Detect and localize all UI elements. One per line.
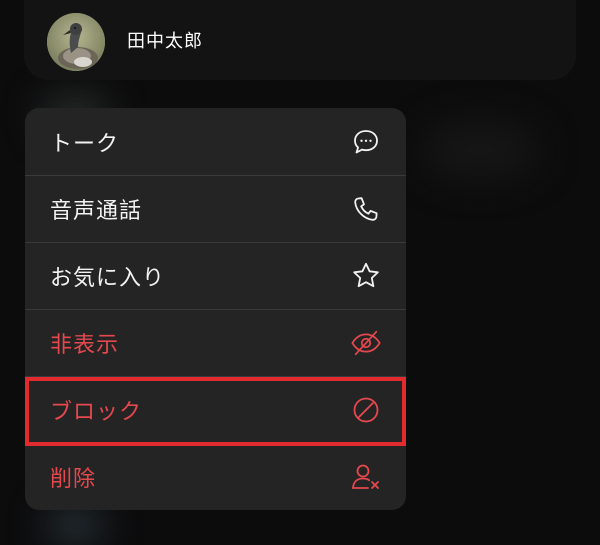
menu-item-label: お気に入り	[50, 266, 166, 291]
menu-item-block[interactable]: ブロック	[25, 376, 406, 443]
menu-item-talk[interactable]: トーク	[25, 108, 406, 175]
block-icon	[350, 394, 382, 426]
menu-item-label: トーク	[50, 131, 120, 157]
menu-item-voice-call[interactable]: 音声通話	[25, 175, 406, 242]
menu-item-delete[interactable]: 削除	[25, 443, 406, 510]
star-icon	[350, 260, 382, 292]
remove-person-icon	[350, 461, 382, 493]
contact-avatar[interactable]	[47, 13, 105, 71]
background-blur	[45, 505, 105, 545]
menu-item-label: 削除	[50, 467, 97, 492]
menu-item-label: ブロック	[50, 400, 143, 425]
menu-item-hide[interactable]: 非表示	[25, 309, 406, 376]
contact-header	[24, 0, 576, 80]
menu-item-label: 音声通話	[50, 199, 143, 224]
eye-slash-icon	[350, 327, 382, 359]
phone-icon	[350, 193, 382, 225]
contact-name: 田中太郎	[127, 31, 203, 52]
menu-item-favorite[interactable]: お気に入り	[25, 242, 406, 309]
menu-item-label: 非表示	[50, 333, 120, 358]
background-blur	[420, 120, 540, 180]
chat-bubble-icon	[350, 126, 382, 158]
context-menu: トーク 音声通話 お気に入り 非表示 ブロック 削除	[25, 108, 406, 510]
